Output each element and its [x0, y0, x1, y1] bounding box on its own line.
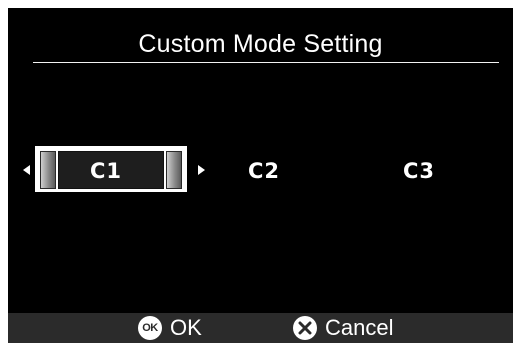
- selector-cap-left: [40, 151, 56, 189]
- mode-option-c2[interactable]: C2: [248, 160, 280, 182]
- x-circle-icon: [293, 316, 317, 340]
- footer-bar: OK OK Cancel: [8, 313, 513, 343]
- camera-menu-screen: Custom Mode Setting C1 C2 C3 OK OK Cance…: [8, 8, 513, 343]
- selector-cap-right: [166, 151, 182, 189]
- page-title: Custom Mode Setting: [138, 30, 383, 58]
- mode-option-c3[interactable]: C3: [403, 160, 435, 182]
- ok-button-icon: OK: [138, 316, 162, 340]
- cancel-label: Cancel: [325, 315, 394, 340]
- ok-button[interactable]: OK OK: [138, 315, 202, 341]
- triangle-right-icon[interactable]: [198, 165, 205, 175]
- title-divider: [33, 62, 499, 63]
- mode-label-c1: C1: [90, 159, 123, 183]
- triangle-left-icon[interactable]: [23, 165, 30, 175]
- cancel-button[interactable]: Cancel: [293, 315, 393, 341]
- ok-label: OK: [170, 315, 202, 340]
